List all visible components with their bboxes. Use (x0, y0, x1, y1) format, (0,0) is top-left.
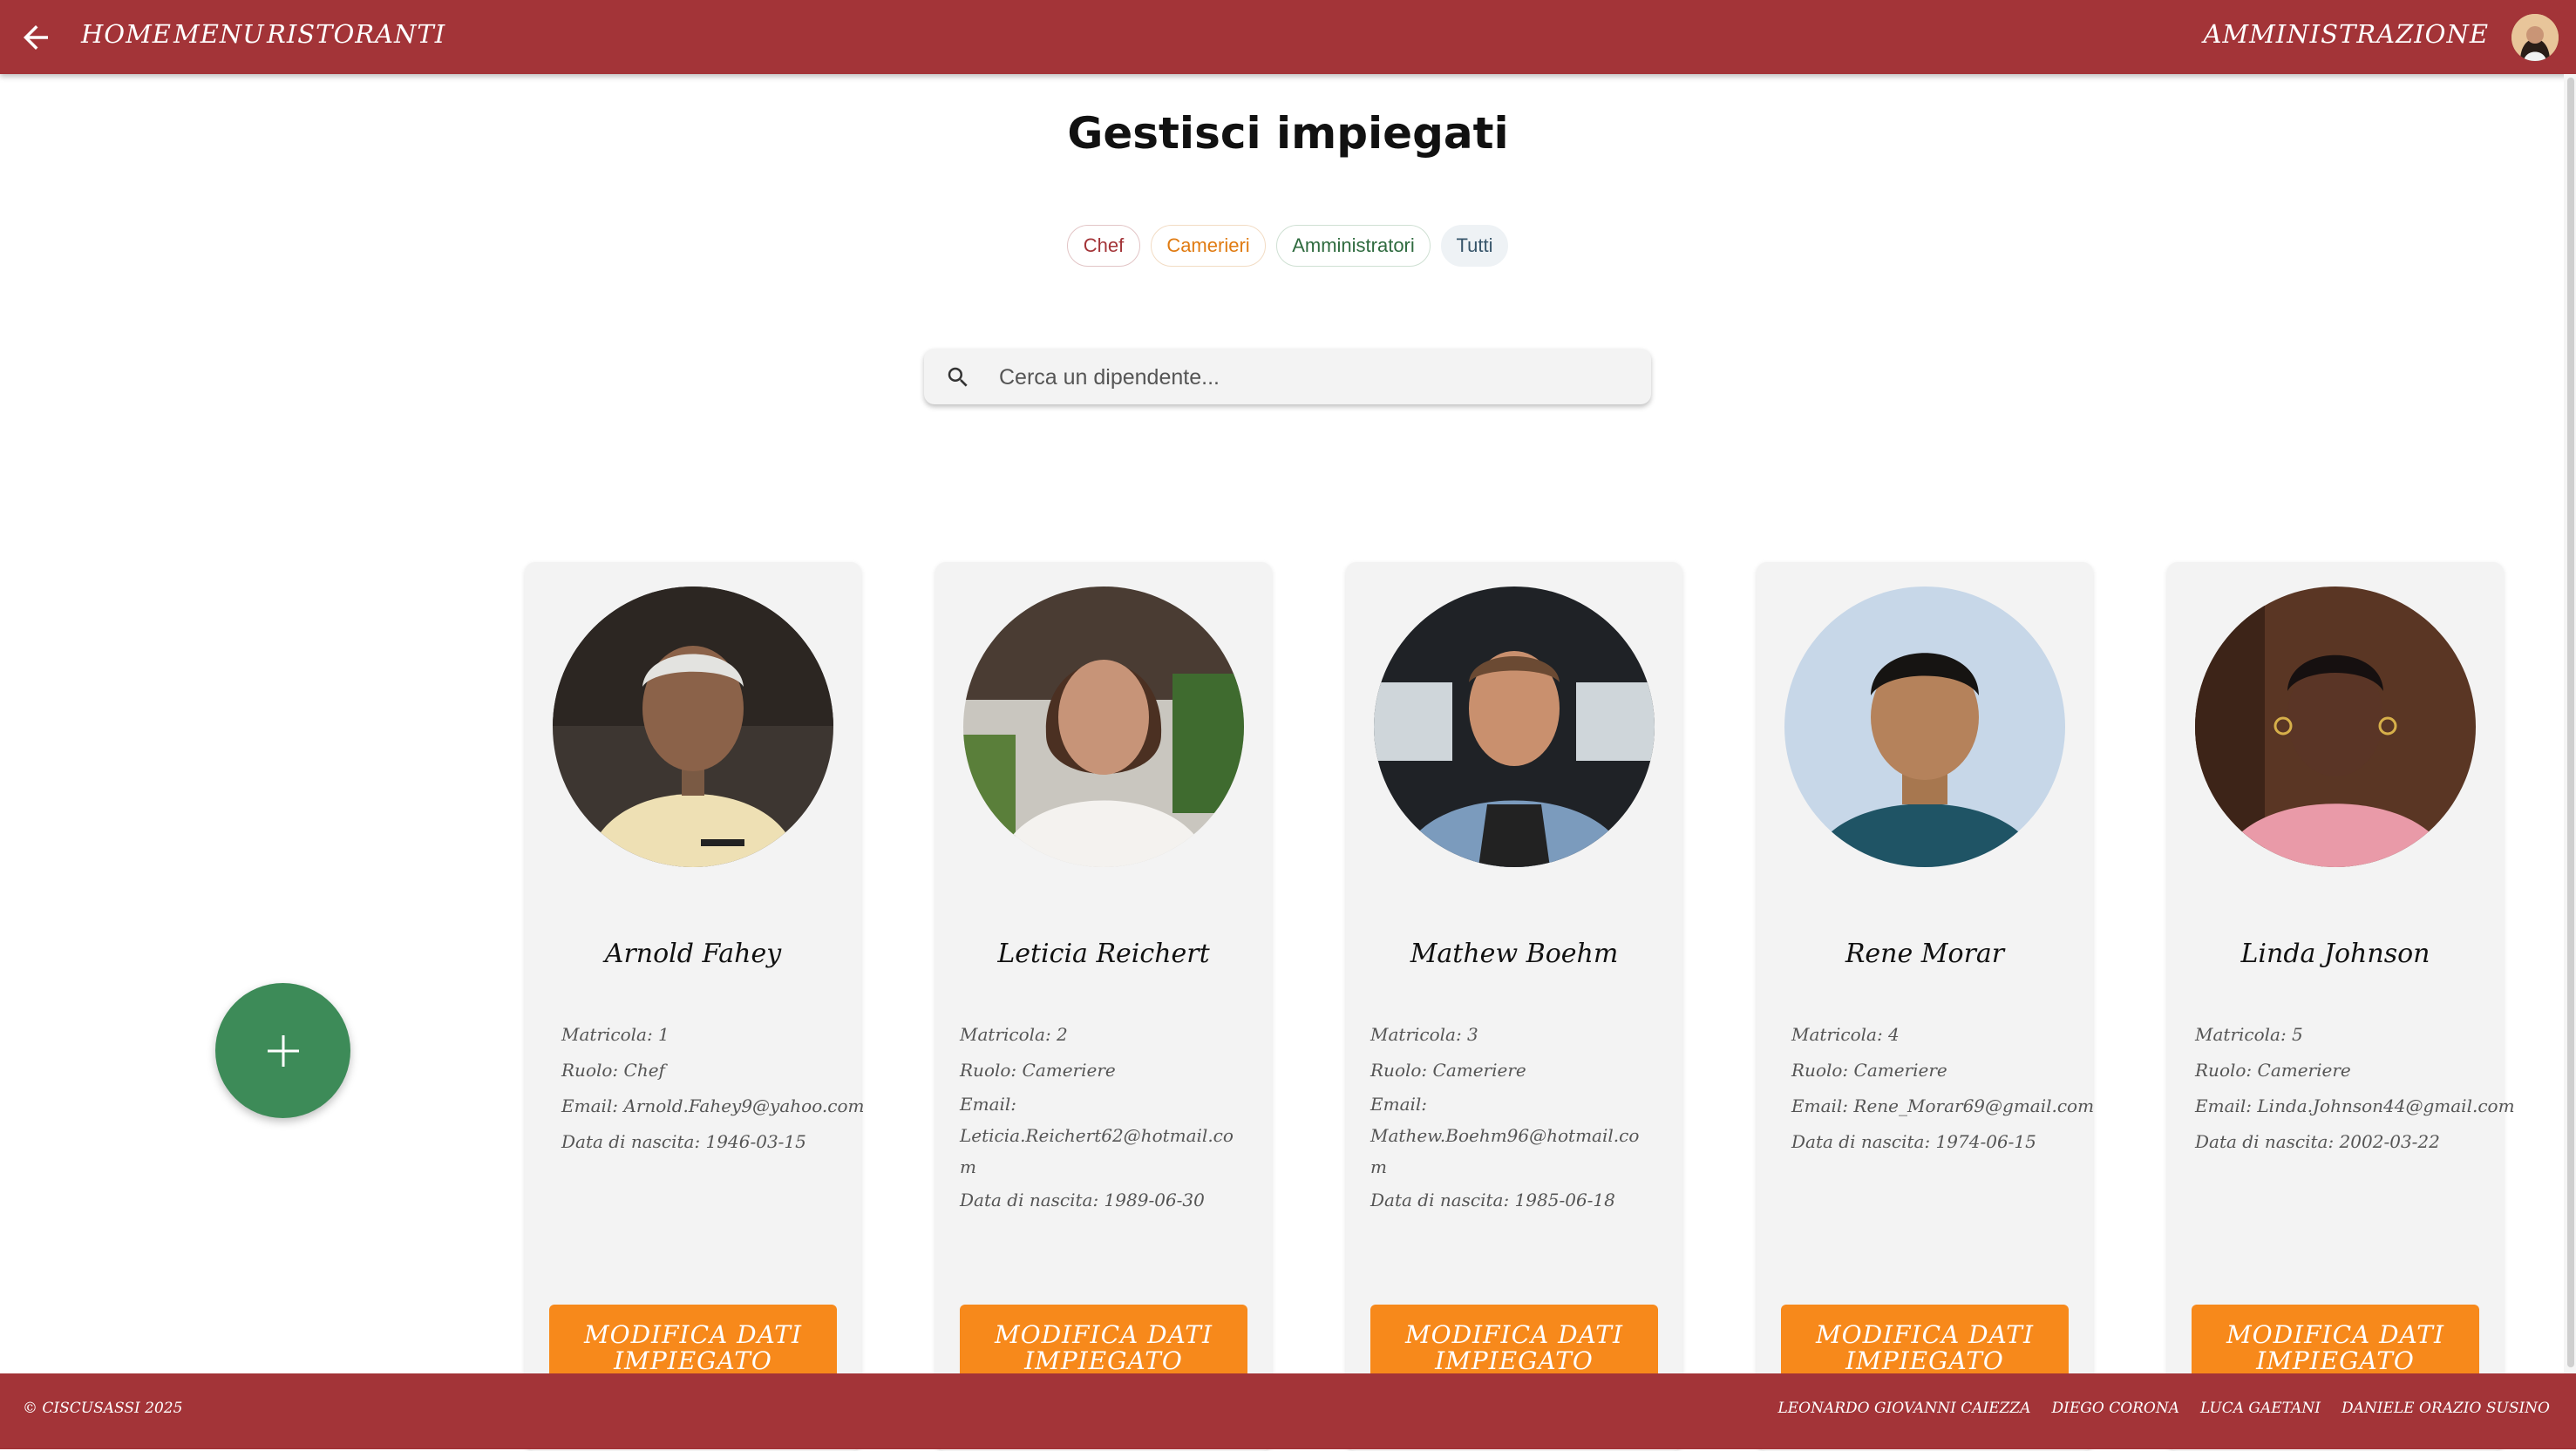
employee-ruolo: Ruolo: Cameriere (1791, 1060, 1947, 1081)
employee-card: Arnold Fahey Matricola: 1 Ruolo: Chef Em… (525, 562, 864, 1451)
search-input[interactable] (997, 357, 1628, 397)
employee-name: Linda Johnson (2240, 939, 2430, 969)
nav-ristoranti-link[interactable]: RISTORANTI (267, 19, 445, 49)
employee-email: Arnold.Fahey9@yahoo.com (623, 1095, 865, 1116)
employee-email: Rene_Morar69@gmail.com (1853, 1095, 2095, 1116)
employee-details: Matricola: 5 Ruolo: Cameriere Email: Lin… (2195, 1017, 2515, 1160)
employee-details: Matricola: 3 Ruolo: Cameriere Email: Mat… (1370, 1017, 1649, 1218)
search-bar (924, 349, 1651, 404)
employee-ruolo: Ruolo: Cameriere (960, 1060, 1116, 1081)
employee-birthdate: Data di nascita: 1989-06-30 (960, 1190, 1205, 1210)
employee-card: Rene Morar Matricola: 4 Ruolo: Cameriere… (1757, 562, 2094, 1451)
employee-ruolo: Ruolo: Cameriere (1370, 1060, 1526, 1081)
filter-chip-tutti[interactable]: Tutti (1441, 225, 1508, 267)
employee-email-label: Email: (2195, 1095, 2253, 1116)
employee-email: Linda.Johnson44@gmail.com (2257, 1095, 2515, 1116)
employee-name: Rene Morar (1845, 939, 2005, 969)
page-title: Gestisci impiegati (1067, 108, 1509, 159)
employee-name: Arnold Fahey (604, 939, 782, 969)
employee-matricola: Matricola: 2 (960, 1024, 1068, 1045)
page-scrollbar[interactable] (2564, 74, 2576, 1373)
employee-email-row: Email: Arnold.Fahey9@yahoo.com (561, 1088, 864, 1124)
employee-birthdate: Data di nascita: 1946-03-15 (561, 1131, 806, 1152)
nav-menu-link[interactable]: MENU (173, 19, 265, 49)
employee-email: Leticia.Reichert62@hotmail.com (960, 1125, 1234, 1177)
employee-card: Linda Johnson Matricola: 5 Ruolo: Cameri… (2167, 562, 2515, 1451)
employee-email-label: Email: (1791, 1095, 1849, 1116)
footer-credit: DIEGO CORONA (2051, 1400, 2180, 1417)
employee-email-label: Email: (1370, 1094, 1428, 1115)
footer-copyright: © CISCUSASSI 2025 (23, 1400, 183, 1417)
top-navbar: HOME MENU RISTORANTI AMMINISTRAZIONE (0, 0, 2576, 74)
employee-photo (963, 587, 1244, 867)
employee-matricola: Matricola: 4 (1791, 1024, 1900, 1045)
employee-birthdate: Data di nascita: 1974-06-15 (1791, 1131, 2036, 1152)
employee-matricola: Matricola: 3 (1370, 1024, 1478, 1045)
footer-credit: LUCA GAETANI (2200, 1400, 2321, 1417)
employee-photo (1784, 587, 2065, 867)
plus-icon (268, 1035, 299, 1067)
footer-credit: DANIELE ORAZIO SUSINO (2341, 1400, 2550, 1417)
employee-card: Leticia Reichert Matricola: 2 Ruolo: Cam… (935, 562, 1272, 1451)
employee-email: Mathew.Boehm96@hotmail.com (1370, 1125, 1640, 1177)
employee-email-label: Email: (561, 1095, 619, 1116)
employee-photo (553, 587, 833, 867)
user-avatar[interactable] (2511, 14, 2559, 61)
employee-birthdate: Data di nascita: 1985-06-18 (1370, 1190, 1615, 1210)
filter-chip-camerieri[interactable]: Camerieri (1151, 225, 1266, 267)
employee-photo (1374, 587, 1655, 867)
employee-photo (2195, 587, 2476, 867)
filter-chip-chef[interactable]: Chef (1067, 225, 1140, 267)
search-icon (948, 367, 968, 387)
employee-ruolo: Ruolo: Chef (561, 1060, 665, 1081)
employee-name: Leticia Reichert (997, 939, 1210, 969)
scrollbar-thumb[interactable] (2567, 78, 2574, 1367)
footer-credit: LEONARDO GIOVANNI CAIEZZA (1777, 1400, 2031, 1417)
employee-ruolo: Ruolo: Cameriere (2195, 1060, 2351, 1081)
employee-details: Matricola: 2 Ruolo: Cameriere Email: Let… (960, 1017, 1239, 1218)
footer-credits: LEONARDO GIOVANNI CAIEZZA DIEGO CORONA L… (1777, 1400, 2550, 1417)
footer: © CISCUSASSI 2025 LEONARDO GIOVANNI CAIE… (0, 1373, 2576, 1449)
employee-email-row: Email: Linda.Johnson44@gmail.com (2195, 1088, 2515, 1124)
nav-home-link[interactable]: HOME (81, 19, 172, 49)
employee-details: Matricola: 1 Ruolo: Chef Email: Arnold.F… (561, 1017, 864, 1160)
employee-name: Mathew Boehm (1410, 939, 1619, 969)
employee-matricola: Matricola: 1 (561, 1024, 669, 1045)
employee-email-row: Email: Rene_Morar69@gmail.com (1791, 1088, 2094, 1124)
back-arrow-icon[interactable] (17, 19, 54, 56)
employee-matricola: Matricola: 5 (2195, 1024, 2303, 1045)
employee-birthdate: Data di nascita: 2002-03-22 (2195, 1131, 2440, 1152)
employee-card: Mathew Boehm Matricola: 3 Ruolo: Camerie… (1346, 562, 1682, 1451)
employee-details: Matricola: 4 Ruolo: Cameriere Email: Ren… (1791, 1017, 2094, 1160)
employee-email-label: Email: (960, 1094, 1017, 1115)
filter-chip-amministratori[interactable]: Amministratori (1276, 225, 1431, 267)
add-employee-button[interactable] (215, 983, 350, 1118)
role-filter-chips: Chef Camerieri Amministratori Tutti (0, 225, 2576, 268)
nav-amministrazione-link[interactable]: AMMINISTRAZIONE (2203, 19, 2489, 49)
